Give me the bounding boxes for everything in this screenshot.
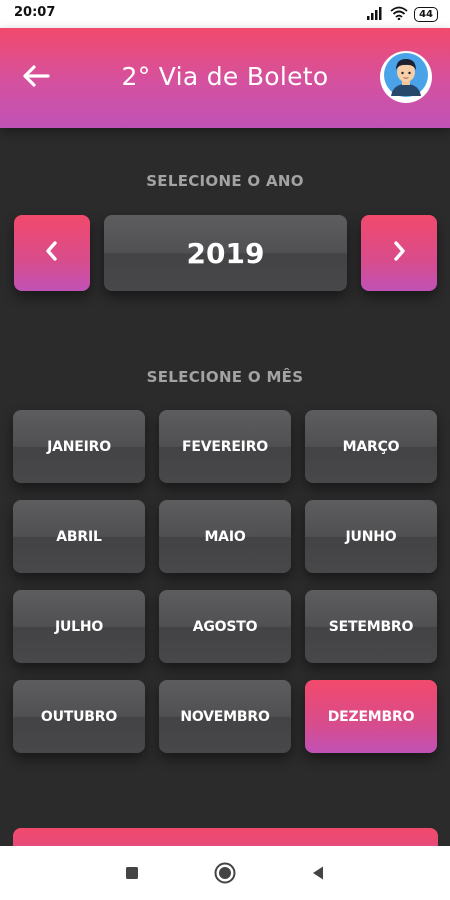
month-button-junho[interactable]: JUNHO (305, 500, 437, 573)
recent-apps-icon[interactable] (120, 861, 144, 885)
month-label: JUNHO (345, 528, 397, 545)
year-section-label: SELECIONE O ANO (146, 172, 304, 190)
month-section-label: SELECIONE O MÊS (146, 368, 304, 386)
month-button-julho[interactable]: JULHO (13, 590, 145, 663)
month-label: FEVEREIRO (182, 438, 268, 455)
home-icon[interactable] (213, 861, 237, 885)
month-label: AGOSTO (192, 618, 258, 635)
month-label: SETEMBRO (328, 618, 414, 635)
app-header: 2° Via de Boleto (0, 28, 450, 128)
month-button-abril[interactable]: ABRIL (13, 500, 145, 573)
month-button-outubro[interactable]: OUTUBRO (13, 680, 145, 753)
previous-year-button[interactable] (14, 215, 90, 291)
month-label: NOVEMBRO (180, 708, 270, 725)
next-year-button[interactable] (361, 215, 437, 291)
month-button-março[interactable]: MARÇO (305, 410, 437, 483)
status-time: 20:07 (14, 5, 56, 20)
month-button-novembro[interactable]: NOVEMBRO (159, 680, 291, 753)
selected-year: 2019 (104, 215, 347, 291)
month-grid: JANEIRO FEVEREIRO MARÇO ABRIL MAIO JUNHO JULHO… (13, 410, 438, 753)
month-label: JANEIRO (47, 438, 111, 455)
battery-icon: 44 (414, 7, 438, 22)
status-bar: 20:07 44 (0, 0, 450, 28)
avatar-button[interactable] (380, 51, 432, 103)
month-label: MAIO (204, 528, 246, 545)
chevron-right-icon (389, 240, 409, 266)
month-label: JULHO (54, 618, 104, 635)
signal-icon (366, 5, 384, 24)
user-avatar-icon (383, 52, 429, 102)
month-label: DEZEMBRO (327, 708, 415, 725)
month-button-fevereiro[interactable]: FEVEREIRO (159, 410, 291, 483)
chevron-left-icon (42, 240, 62, 266)
wifi-icon (390, 5, 408, 24)
back-triangle-icon[interactable] (306, 861, 330, 885)
month-button-agosto[interactable]: AGOSTO (159, 590, 291, 663)
screen: 20:07 44 2° Via de Boleto SELECIONE O AN… (0, 0, 450, 900)
status-icons: 44 (366, 5, 438, 24)
month-button-setembro[interactable]: SETEMBRO (305, 590, 437, 663)
month-label: MARÇO (342, 438, 400, 455)
month-label: OUTUBRO (40, 708, 118, 725)
system-nav-bar (0, 846, 450, 900)
month-button-dezembro[interactable]: DEZEMBRO (305, 680, 437, 753)
month-button-maio[interactable]: MAIO (159, 500, 291, 573)
month-label: ABRIL (56, 528, 102, 545)
month-button-janeiro[interactable]: JANEIRO (13, 410, 145, 483)
